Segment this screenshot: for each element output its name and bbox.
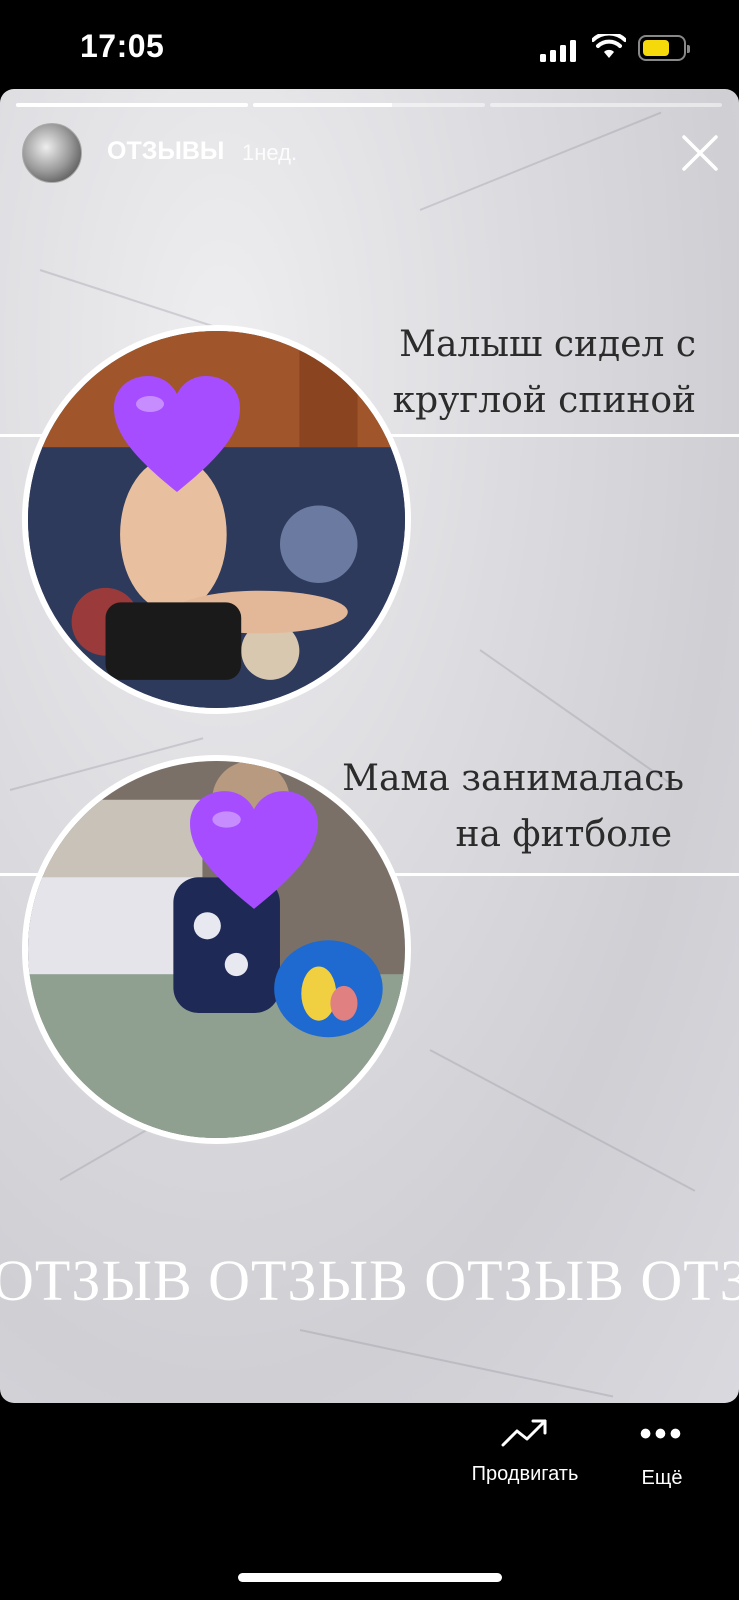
cellular-signal-icon <box>540 38 578 62</box>
promote-button[interactable]: Продвигать <box>460 1417 590 1507</box>
story-card[interactable]: ОТЗЫВЫ 1нед. Малыш сидел с круглой спино… <box>0 89 739 1403</box>
review-caption-1-line-2: круглой спиной <box>392 380 696 421</box>
status-bar: 17:05 <box>0 0 739 92</box>
more-label: Ещё <box>641 1467 683 1489</box>
close-icon[interactable] <box>680 133 720 173</box>
profile-avatar[interactable] <box>22 123 82 183</box>
heart-emoji-icon-2 <box>190 791 318 909</box>
review-caption-1: Малыш сидел с круглой спиной <box>393 317 696 429</box>
wifi-icon <box>592 34 626 58</box>
progress-segment-1 <box>16 103 248 107</box>
progress-segment-2 <box>253 103 485 107</box>
battery-icon <box>638 35 690 61</box>
more-button[interactable]: ••• Ещё <box>622 1417 702 1507</box>
heart-emoji-icon-1 <box>114 376 240 492</box>
story-progress <box>16 103 722 107</box>
review-caption-1-line-1: Малыш сидел с <box>399 324 696 365</box>
progress-segment-3 <box>490 103 722 107</box>
promote-label: Продвигать <box>471 1463 579 1485</box>
story-actions-bar: Продвигать ••• Ещё <box>0 1403 739 1600</box>
home-indicator[interactable] <box>238 1573 502 1582</box>
trending-up-icon <box>501 1419 547 1447</box>
more-dots-icon: ••• <box>639 1415 685 1453</box>
story-time-ago: 1нед. <box>242 140 298 165</box>
watermark-text: ОТЗЫВ ОТЗЫВ ОТЗЫВ ОТЗЫВ <box>0 1248 739 1313</box>
story-username[interactable]: ОТЗЫВЫ <box>107 137 224 166</box>
status-time: 17:05 <box>80 28 165 64</box>
